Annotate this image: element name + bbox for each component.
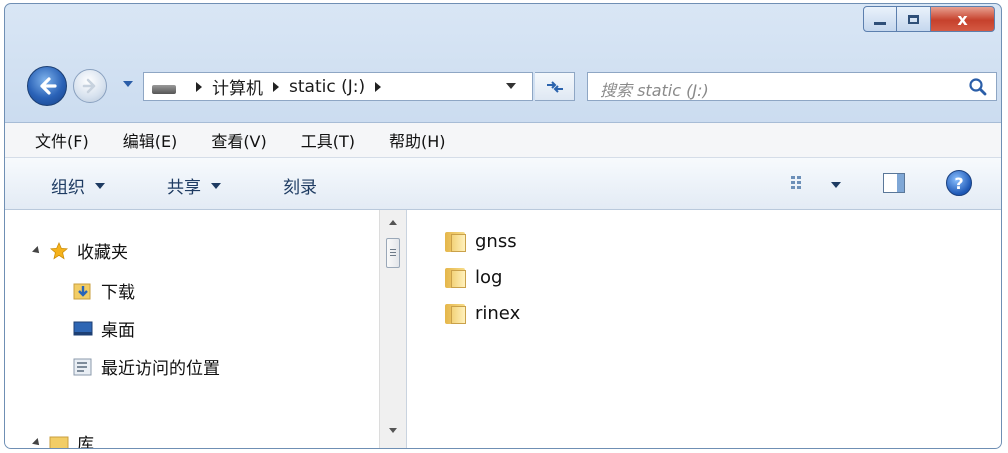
breadcrumb-separator-icon[interactable]: [375, 81, 382, 92]
folder-item[interactable]: gnss: [445, 230, 517, 252]
search-icon[interactable]: [968, 77, 988, 97]
back-button[interactable]: [27, 66, 67, 106]
nav-libraries[interactable]: 库: [32, 430, 94, 449]
window-controls: x: [863, 6, 995, 32]
nav-favorites[interactable]: 收藏夹: [32, 238, 128, 263]
close-button[interactable]: x: [931, 6, 995, 32]
change-view-icon[interactable]: [791, 176, 809, 190]
menu-help[interactable]: 帮助(H): [389, 128, 446, 152]
refresh-icon: [546, 80, 563, 93]
recent-pages-dropdown-icon[interactable]: [123, 81, 133, 87]
search-box[interactable]: 搜索 static (J:): [587, 72, 997, 101]
search-placeholder: 搜索 static (J:): [600, 81, 709, 100]
burn-button[interactable]: 刻录: [283, 173, 317, 198]
expand-icon[interactable]: [32, 245, 42, 256]
nav-favorites-label: 收藏夹: [77, 243, 128, 263]
navigation-scrollbar[interactable]: [379, 210, 407, 448]
file-list: gnss log rinex: [407, 210, 1001, 448]
folder-name: rinex: [475, 302, 521, 324]
address-bar[interactable]: 计算机 static (J:): [143, 72, 533, 101]
star-icon: [50, 241, 68, 259]
libraries-icon: [49, 436, 69, 448]
burn-label: 刻录: [283, 178, 317, 198]
title-bar: x: [5, 4, 1001, 50]
folder-icon: [445, 266, 467, 288]
content-area: 收藏夹 下载 桌面 最近访问的位置 库 gnss log rinex: [5, 210, 1001, 449]
chevron-down-icon: [211, 182, 221, 189]
folder-name: gnss: [475, 230, 517, 252]
nav-item-label: 桌面: [101, 321, 135, 341]
desktop-icon: [73, 321, 93, 335]
breadcrumb-computer[interactable]: 计算机: [212, 74, 263, 99]
folder-icon: [445, 302, 467, 324]
folder-icon: [445, 230, 467, 252]
organize-button[interactable]: 组织: [51, 173, 105, 198]
menu-file[interactable]: 文件(F): [35, 128, 89, 152]
recent-places-icon: [73, 358, 92, 375]
refresh-button[interactable]: [535, 72, 575, 101]
chevron-down-icon: [95, 182, 105, 189]
organize-label: 组织: [51, 178, 85, 198]
menu-bar: 文件(F) 编辑(E) 查看(V) 工具(T) 帮助(H): [5, 122, 1001, 158]
expand-icon[interactable]: [32, 437, 42, 448]
breadcrumb-separator-icon[interactable]: [273, 81, 279, 92]
downloads-folder-icon: [73, 283, 91, 299]
navigation-pane: 收藏夹 下载 桌面 最近访问的位置 库: [5, 210, 379, 449]
folder-name: log: [475, 266, 503, 288]
nav-item-recent-places[interactable]: 最近访问的位置: [73, 354, 220, 379]
breadcrumb: 计算机 static (J:): [186, 73, 391, 100]
share-button[interactable]: 共享: [167, 173, 221, 198]
view-options-dropdown-icon[interactable]: [831, 182, 841, 188]
address-dropdown-icon[interactable]: [506, 83, 516, 89]
scroll-up-icon[interactable]: [389, 220, 397, 225]
scroll-thumb[interactable]: [386, 238, 400, 268]
maximize-icon: [908, 14, 919, 24]
nav-item-downloads[interactable]: 下载: [73, 278, 135, 303]
breadcrumb-separator-icon[interactable]: [196, 81, 202, 92]
menu-view[interactable]: 查看(V): [211, 128, 266, 152]
maximize-button[interactable]: [897, 6, 931, 32]
explorer-window: x 计算机 static (J:) 搜索 static (J:) 文件(F) 编…: [4, 3, 1002, 449]
forward-arrow-icon: [82, 78, 96, 94]
back-arrow-icon: [40, 77, 57, 95]
nav-item-desktop[interactable]: 桌面: [73, 316, 135, 341]
help-icon[interactable]: ?: [946, 170, 972, 196]
close-icon: x: [957, 9, 968, 29]
scroll-down-icon[interactable]: [389, 428, 397, 433]
command-bar: 组织 共享 刻录 ?: [5, 158, 1001, 210]
share-label: 共享: [167, 178, 201, 198]
minimize-button[interactable]: [863, 6, 897, 32]
nav-item-label: 最近访问的位置: [101, 359, 220, 379]
nav-libraries-label: 库: [77, 435, 94, 449]
breadcrumb-static-drive[interactable]: static (J:): [289, 77, 365, 97]
drive-icon: [152, 85, 176, 94]
minimize-icon: [874, 21, 886, 25]
nav-item-label: 下载: [101, 283, 135, 303]
forward-button[interactable]: [73, 69, 107, 103]
folder-item[interactable]: log: [445, 266, 502, 288]
preview-pane-icon[interactable]: [883, 173, 905, 193]
navigation-bar: 计算机 static (J:) 搜索 static (J:): [5, 60, 1001, 110]
menu-tools[interactable]: 工具(T): [301, 128, 355, 152]
menu-edit[interactable]: 编辑(E): [123, 128, 178, 152]
folder-item[interactable]: rinex: [445, 302, 520, 324]
